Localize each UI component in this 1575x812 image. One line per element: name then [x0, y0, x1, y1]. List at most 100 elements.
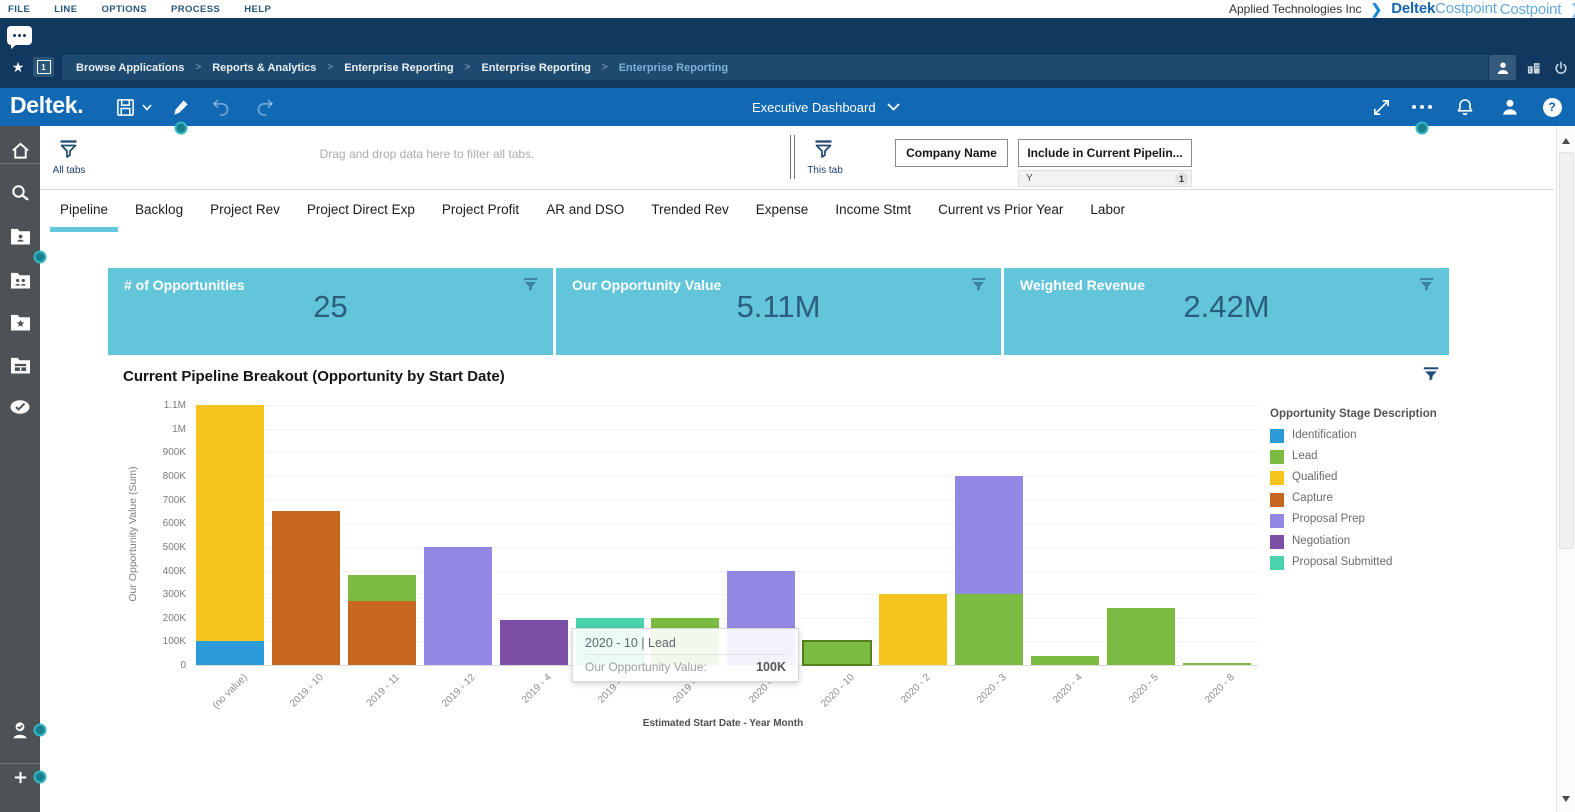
- legend-swatch-identification[interactable]: [1270, 429, 1284, 443]
- save-dropdown-chevron-icon[interactable]: [140, 88, 154, 126]
- legend-swatch-lead[interactable]: [1270, 450, 1284, 464]
- breadcrumb-item-browse-applications[interactable]: Browse Applications: [76, 62, 184, 74]
- company-name-filter-field[interactable]: Company Name: [895, 139, 1008, 167]
- save-icon[interactable]: [112, 88, 138, 126]
- help-icon[interactable]: ?: [1537, 88, 1567, 126]
- vertical-scrollbar[interactable]: [1556, 126, 1575, 812]
- legend-label-qualified[interactable]: Qualified: [1292, 471, 1337, 483]
- expand-icon[interactable]: [1366, 88, 1396, 126]
- sidebar-dashboards-icon[interactable]: [0, 351, 40, 379]
- bar-segment-no-value-identification[interactable]: [196, 641, 264, 665]
- legend-title: Opportunity Stage Description: [1270, 408, 1437, 420]
- favorite-star-icon[interactable]: ★: [6, 55, 30, 80]
- menu-item-line[interactable]: LINE: [54, 4, 77, 15]
- sidebar-recent-clock-icon[interactable]: [0, 393, 40, 421]
- legend-swatch-proposal-submitted[interactable]: [1270, 556, 1284, 570]
- all-tabs-filter-funnel-icon[interactable]: [57, 139, 80, 165]
- bar-segment-2020-8-lead[interactable]: [1183, 663, 1251, 665]
- tab-labor[interactable]: Labor: [1090, 190, 1125, 232]
- tab-pipeline[interactable]: Pipeline: [60, 190, 108, 232]
- include-in-pipeline-filter-field[interactable]: Include in Current Pipelin...: [1018, 139, 1192, 167]
- indicator-dot[interactable]: [175, 122, 188, 135]
- x-tick-label: (no value): [178, 672, 249, 743]
- edit-pencil-icon[interactable]: [168, 88, 194, 126]
- company-name: Applied Technologies Inc: [1229, 2, 1362, 16]
- menu-item-file[interactable]: FILE: [8, 4, 30, 15]
- power-logout-icon[interactable]: [1548, 55, 1573, 80]
- kpi-row: # of Opportunities25Our Opportunity Valu…: [108, 268, 1449, 355]
- legend-label-proposal-prep[interactable]: Proposal Prep: [1292, 513, 1365, 525]
- bar-segment-2019-11-capture[interactable]: [348, 601, 416, 665]
- organization-icon[interactable]: [1520, 55, 1546, 80]
- legend-label-proposal-submitted[interactable]: Proposal Submitted: [1292, 556, 1392, 568]
- kpi-card-of-opportunities[interactable]: # of Opportunities25: [108, 268, 553, 355]
- legend-swatch-capture[interactable]: [1270, 493, 1284, 507]
- tab-current-vs-prior-year[interactable]: Current vs Prior Year: [938, 190, 1063, 232]
- breadcrumb-item-enterprise-reporting[interactable]: Enterprise Reporting: [344, 62, 453, 74]
- bar-segment-2019-10-capture[interactable]: [272, 511, 340, 665]
- more-options-icon[interactable]: [1406, 88, 1438, 126]
- breadcrumb-item-enterprise-reporting[interactable]: Enterprise Reporting: [619, 62, 728, 74]
- breadcrumb-item-reports-analytics[interactable]: Reports & Analytics: [212, 62, 316, 74]
- scroll-down-arrow-icon[interactable]: [1562, 796, 1570, 802]
- kpi-card-weighted-revenue[interactable]: Weighted Revenue2.42M: [1004, 268, 1449, 355]
- tab-income-stmt[interactable]: Income Stmt: [835, 190, 911, 232]
- bar-segment-no-value-qualified[interactable]: [196, 405, 264, 641]
- indicator-dot[interactable]: [34, 251, 47, 264]
- menu-item-help[interactable]: HELP: [244, 4, 271, 15]
- tab-project-direct-exp[interactable]: Project Direct Exp: [307, 190, 415, 232]
- legend-label-capture[interactable]: Capture: [1292, 492, 1333, 504]
- notifications-bell-icon[interactable]: [1450, 88, 1480, 126]
- menu-items: FILE LINE OPTIONS PROCESS HELP: [8, 4, 271, 15]
- include-in-pipeline-filter-value-row[interactable]: Y 1: [1018, 170, 1192, 187]
- x-tick-label: 2020 - 3: [937, 672, 1008, 743]
- bar-segment-2020-5-lead[interactable]: [1107, 608, 1175, 665]
- chevron-down-icon: [887, 103, 900, 111]
- sidebar-search-icon[interactable]: [0, 179, 40, 207]
- window-count-icon[interactable]: 1: [33, 57, 54, 77]
- bar-segment-2019-12-proposal-prep[interactable]: [424, 547, 492, 665]
- indicator-dot[interactable]: [34, 771, 47, 784]
- tab-backlog[interactable]: Backlog: [135, 190, 183, 232]
- legend-label-lead[interactable]: Lead: [1292, 450, 1318, 462]
- bar-segment-2020-3-lead[interactable]: [955, 594, 1023, 665]
- chat-bubble-icon[interactable]: [7, 26, 32, 45]
- scroll-up-arrow-icon[interactable]: [1562, 138, 1570, 144]
- this-tab-filter-funnel-icon[interactable]: [812, 139, 835, 165]
- legend-label-identification[interactable]: Identification: [1292, 429, 1357, 441]
- redo-icon[interactable]: [250, 88, 280, 126]
- bar-segment-2019-11-lead[interactable]: [348, 575, 416, 601]
- menu-item-process[interactable]: PROCESS: [171, 4, 220, 15]
- menu-item-options[interactable]: OPTIONS: [101, 4, 147, 15]
- tab-project-profit[interactable]: Project Profit: [442, 190, 519, 232]
- indicator-dot[interactable]: [1416, 122, 1429, 135]
- tab-expense[interactable]: Expense: [756, 190, 809, 232]
- bar-segment-2020-2-qualified[interactable]: [879, 594, 947, 665]
- tab-trended-rev[interactable]: Trended Rev: [651, 190, 729, 232]
- indicator-dot[interactable]: [34, 724, 47, 737]
- gridline: [195, 500, 1258, 501]
- legend-swatch-qualified[interactable]: [1270, 471, 1284, 485]
- account-user-icon[interactable]: [1495, 88, 1525, 126]
- bar-segment-2020-3-proposal-prep[interactable]: [955, 476, 1023, 594]
- sidebar-my-applications-icon[interactable]: [0, 222, 40, 250]
- tab-ar-and-dso[interactable]: AR and DSO: [546, 190, 624, 232]
- legend-swatch-proposal-prep[interactable]: [1270, 514, 1284, 528]
- legend-label-negotiation[interactable]: Negotiation: [1292, 535, 1350, 547]
- scrollbar-thumb[interactable]: [1559, 152, 1574, 549]
- sidebar-home-icon[interactable]: [0, 136, 40, 164]
- tab-project-rev[interactable]: Project Rev: [210, 190, 280, 232]
- dashboard-selector[interactable]: Executive Dashboard: [752, 88, 900, 126]
- sidebar-favorites-folder-icon[interactable]: [0, 308, 40, 336]
- legend-swatch-negotiation[interactable]: [1270, 535, 1284, 549]
- x-tick-label: 2020 - 2: [861, 672, 932, 743]
- bar-segment-2020-4-lead[interactable]: [1031, 656, 1099, 666]
- bar-segment-2019-4-negotiation[interactable]: [500, 620, 568, 665]
- breadcrumb-item-enterprise-reporting[interactable]: Enterprise Reporting: [481, 62, 590, 74]
- user-icon[interactable]: [1489, 55, 1516, 80]
- undo-icon[interactable]: [206, 88, 236, 126]
- sidebar-shared-applications-icon[interactable]: [0, 266, 40, 294]
- breadcrumb-separator: >: [602, 62, 608, 73]
- chart-filter-funnel-icon[interactable]: [1422, 366, 1440, 388]
- kpi-card-our-opportunity-value[interactable]: Our Opportunity Value5.11M: [556, 268, 1001, 355]
